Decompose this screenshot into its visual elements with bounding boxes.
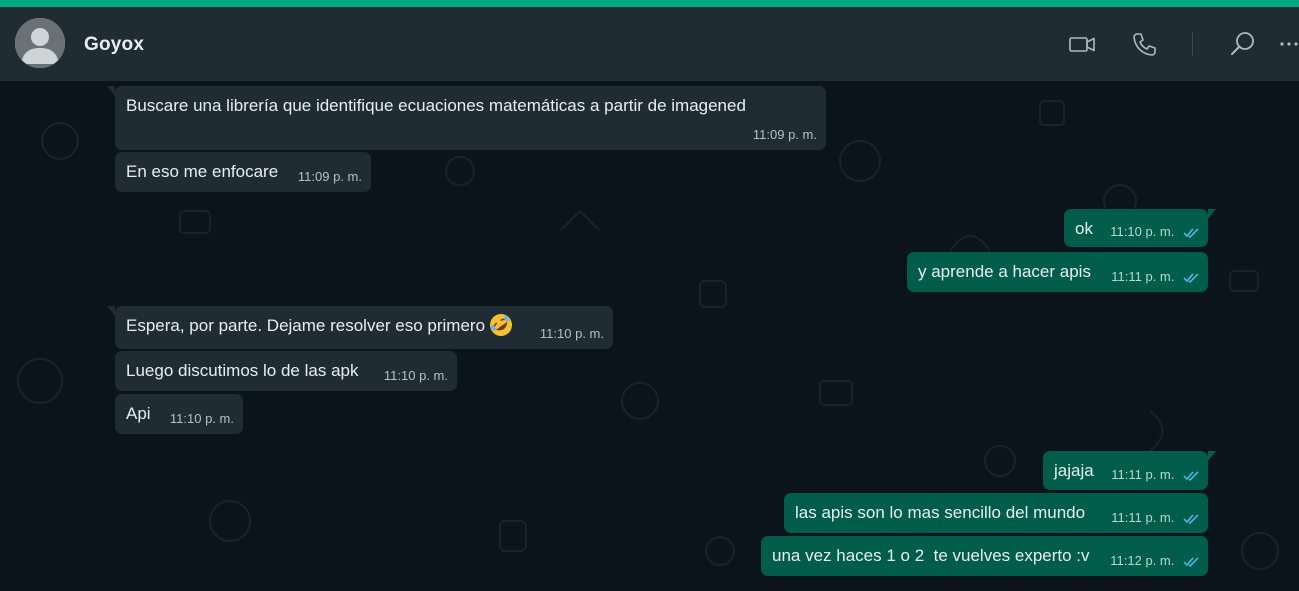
message-bubble-incoming[interactable]: Buscare una librería que identifique ecu… — [107, 86, 826, 150]
read-ticks-icon — [1183, 557, 1199, 568]
header-divider — [1192, 32, 1193, 56]
message-text: Espera, por parte. Dejame resolver eso p… — [126, 313, 513, 337]
message-text: Api — [126, 404, 151, 423]
avatar-icon[interactable] — [15, 18, 65, 68]
video-call-icon[interactable] — [1067, 29, 1097, 59]
search-icon[interactable] — [1228, 29, 1258, 59]
message-time: 11:12 p. m. — [1110, 553, 1175, 568]
read-ticks-icon — [1183, 514, 1199, 525]
top-accent-bar — [0, 0, 1299, 7]
message-time: 11:11 p. m. — [1111, 269, 1175, 284]
message-time: 11:10 p. m. — [539, 326, 604, 341]
read-ticks-icon — [1183, 471, 1199, 482]
menu-icon[interactable] — [1278, 29, 1299, 59]
message-text: ok — [1075, 219, 1093, 238]
message-text: En eso me enfocare — [126, 162, 279, 181]
message-text: Buscare una librería que identifique ecu… — [126, 96, 746, 115]
message-time: 11:09 p. m. — [752, 127, 817, 142]
message-time: 11:11 p. m. — [1111, 467, 1175, 482]
voice-call-icon[interactable] — [1129, 29, 1159, 59]
message-bubble-incoming[interactable]: Luego discutimos lo de las apk 11:10 p. … — [115, 351, 457, 391]
chat-header: Goyox — [0, 7, 1299, 81]
message-time: 11:09 p. m. — [297, 169, 362, 184]
bubble-tail — [107, 86, 115, 96]
message-time: 11:11 p. m. — [1111, 510, 1175, 525]
message-bubble-outgoing[interactable]: jajaja 11:11 p. m. — [1043, 451, 1216, 490]
message-text: las apis son lo mas sencillo del mundo — [795, 503, 1086, 522]
message-bubble-incoming[interactable]: En eso me enfocare 11:09 p. m. — [115, 152, 371, 192]
contact-name[interactable]: Goyox — [84, 34, 144, 56]
message-bubble-outgoing[interactable]: una vez haces 1 o 2 te vuelves experto :… — [761, 536, 1208, 576]
message-bubble-outgoing[interactable]: y aprende a hacer apis 11:11 p. m. — [907, 252, 1208, 292]
rolling-on-floor-laughing-emoji — [490, 313, 513, 336]
message-status: 11:11 p. m. — [1111, 267, 1200, 287]
message-bubble-incoming[interactable]: Api 11:10 p. m. — [115, 394, 243, 434]
read-ticks-icon — [1183, 228, 1199, 239]
message-status: 11:11 p. m. — [1111, 465, 1200, 485]
bubble-tail — [1208, 209, 1216, 219]
bubble-tail — [107, 306, 115, 316]
message-text: Luego discutimos lo de las apk — [126, 361, 359, 380]
message-status: 11:12 p. m. — [1110, 551, 1200, 571]
message-time: 11:10 p. m. — [169, 411, 234, 426]
message-time: 11:10 p. m. — [1110, 224, 1175, 239]
message-time: 11:10 p. m. — [383, 368, 448, 383]
message-text-content: Espera, por parte. Dejame resolver eso p… — [126, 316, 486, 335]
bubble-tail — [1208, 451, 1216, 461]
message-text: una vez haces 1 o 2 te vuelves experto :… — [772, 546, 1090, 565]
message-bubble-incoming[interactable]: Espera, por parte. Dejame resolver eso p… — [107, 306, 613, 349]
message-bubble-outgoing[interactable]: ok 11:10 p. m. — [1064, 209, 1216, 247]
message-text: jajaja — [1054, 461, 1094, 480]
message-status: 11:11 p. m. — [1111, 508, 1200, 528]
message-bubble-outgoing[interactable]: las apis son lo mas sencillo del mundo 1… — [784, 493, 1208, 533]
message-text: y aprende a hacer apis — [918, 262, 1091, 281]
read-ticks-icon — [1183, 273, 1199, 284]
message-list[interactable]: Buscare una librería que identifique ecu… — [0, 81, 1299, 591]
message-status: 11:10 p. m. — [1110, 222, 1200, 242]
